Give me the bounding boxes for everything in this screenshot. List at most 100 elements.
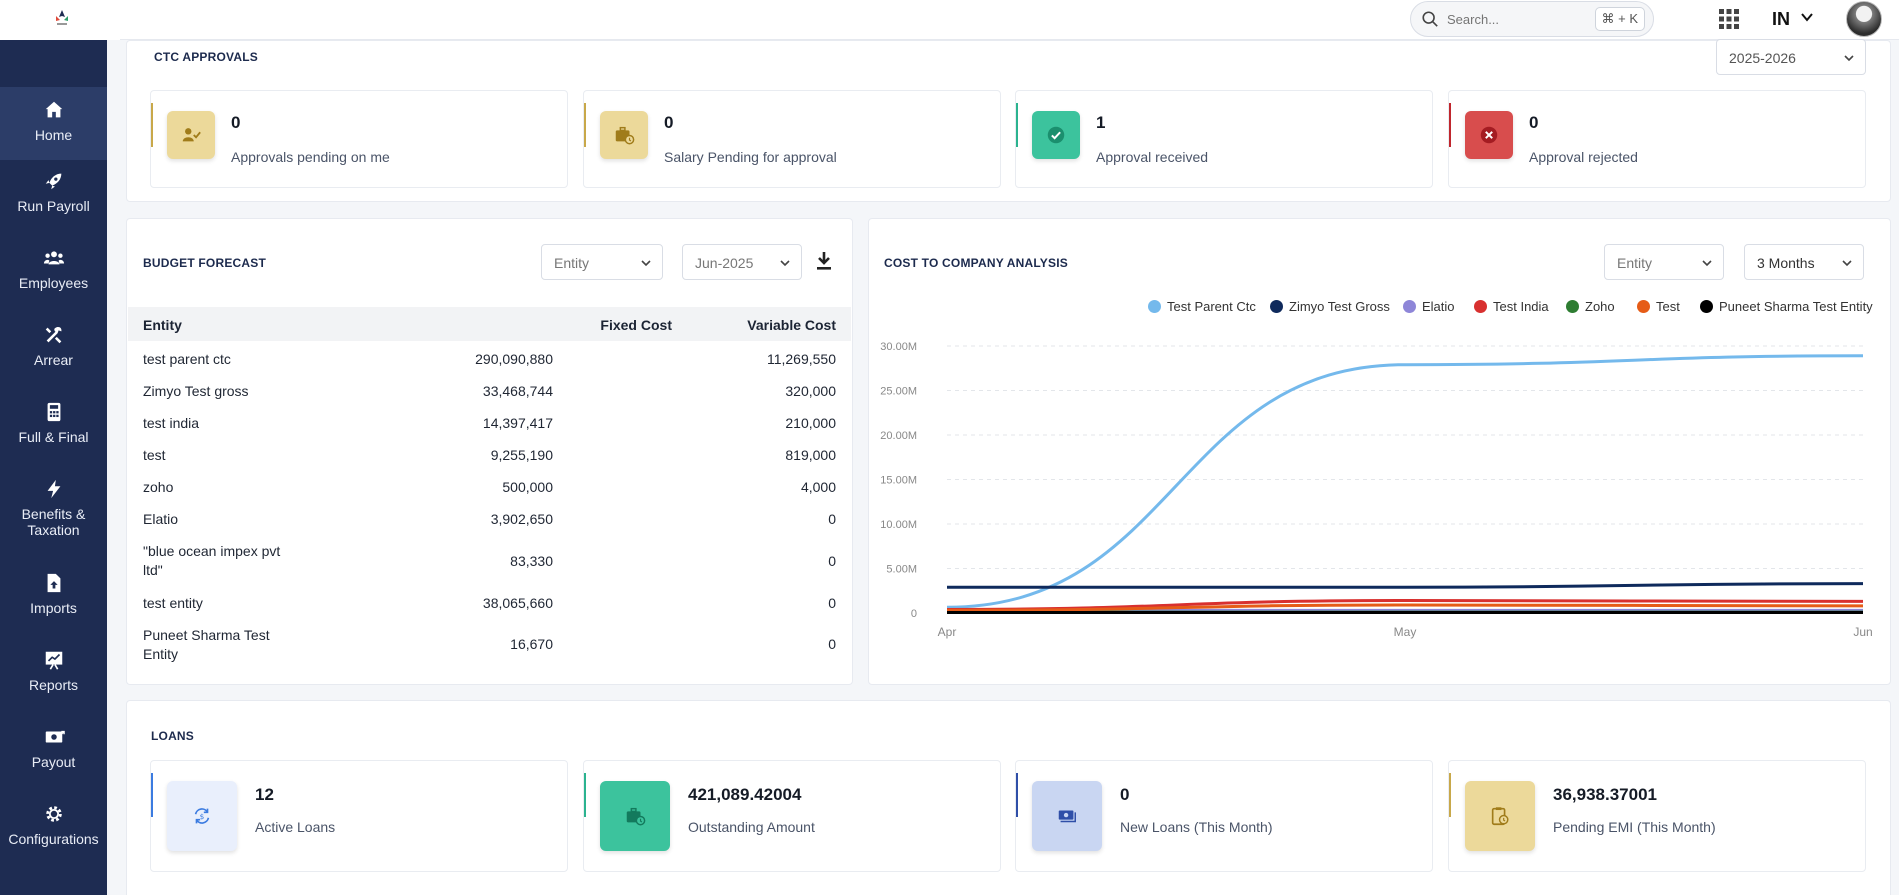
cell-fixed-cost: 14,397,417 [482, 415, 553, 431]
legend-item[interactable]: Test [1637, 299, 1680, 314]
stat-active-loans[interactable]: $ 12 Active Loans [150, 760, 568, 872]
stat-icon-box: $ [167, 781, 237, 851]
stat-new-loans[interactable]: 0 New Loans (This Month) [1015, 760, 1433, 872]
section-title: BUDGET FORECAST [143, 256, 266, 270]
cell-fixed-cost: 290,090,880 [475, 351, 553, 367]
stat-value: 36,938.37001 [1553, 785, 1657, 804]
sidebar-item-label: Home [34, 127, 73, 143]
x-circle-icon [1480, 126, 1498, 144]
legend-item[interactable]: Test Parent Ctc [1148, 299, 1256, 314]
sidebar-item-configurations[interactable]: Configurations [0, 803, 107, 847]
stat-pending-emi[interactable]: 36,938.37001 Pending EMI (This Month) [1448, 760, 1866, 872]
legend-dot [1474, 300, 1487, 313]
stat-value: 12 [255, 785, 274, 804]
sidebar-item-imports[interactable]: Imports [0, 572, 107, 616]
sidebar-item-full-final[interactable]: Full & Final [0, 401, 107, 445]
sidebar-item-label: Reports [28, 677, 79, 693]
chevron-down-icon [1842, 260, 1852, 267]
series-line[interactable] [946, 582, 1864, 589]
search-box[interactable]: ⌘ + K [1410, 1, 1654, 37]
sidebar-item-label: Imports [30, 600, 77, 616]
legend-dot [1700, 300, 1713, 313]
stat-icon-box [1465, 111, 1513, 159]
section-title: COST TO COMPANY ANALYSIS [884, 256, 1068, 270]
cell-entity: Zimyo Test gross [143, 383, 249, 399]
sidebar-item-benefits-taxation[interactable]: Benefits & Taxation [0, 478, 107, 538]
stat-accent-bar [1449, 773, 1451, 817]
cell-entity: test india [143, 415, 200, 431]
refresh-dollar-icon: $ [194, 808, 210, 824]
section-title: CTC APPROVALS [154, 50, 258, 64]
legend-label: Test India [1493, 299, 1549, 314]
cell-entity: Puneet Sharma Test Entity [143, 627, 270, 662]
sidebar-item-label: Employees [18, 275, 89, 291]
download-icon[interactable] [814, 250, 834, 272]
sidebar-item-arrear[interactable]: Arrear [0, 324, 107, 368]
stat-accent-bar [1449, 103, 1451, 147]
y-tick-label: 30.00M [880, 341, 917, 353]
stat-outstanding-amount[interactable]: 421,089.42004 Outstanding Amount [583, 760, 1001, 872]
month-select[interactable]: Jun-2025 [682, 244, 802, 280]
company-logo[interactable] [50, 8, 74, 28]
cell-entity: "blue ocean impex pvt ltd" [143, 543, 281, 578]
cell-variable-cost: 4,000 [800, 479, 836, 495]
stat-approval-rejected[interactable]: 0 Approval rejected [1448, 90, 1866, 188]
y-tick-label: 15.00M [880, 475, 917, 487]
sidebar-item-payout[interactable]: Payout [0, 726, 107, 770]
stat-label: New Loans (This Month) [1120, 819, 1273, 835]
legend-item[interactable]: Zimyo Test Gross [1270, 299, 1390, 314]
stat-label: Outstanding Amount [688, 819, 815, 835]
entity-select[interactable]: Entity [541, 244, 663, 280]
sidebar-item-home[interactable]: Home [0, 87, 107, 160]
stat-label: Approval received [1096, 149, 1209, 165]
period-select[interactable]: 3 Months [1744, 244, 1864, 280]
clipboard-clock-icon [1491, 807, 1509, 826]
stat-icon-box [600, 781, 670, 851]
chevron-down-icon [1702, 260, 1712, 267]
stat-label: Approval rejected [1529, 149, 1638, 165]
sidebar-item-employees[interactable]: Employees [0, 247, 107, 291]
chevron-down-icon[interactable] [1800, 10, 1814, 24]
column-header-fixed-cost[interactable]: Fixed Cost [600, 317, 672, 333]
year-select[interactable]: 2025-2026 [1716, 39, 1866, 75]
chevron-down-icon [780, 260, 790, 267]
file-upload-icon [47, 573, 60, 593]
column-header-entity[interactable]: Entity [143, 317, 182, 333]
stat-accent-bar [151, 773, 153, 817]
bolt-icon [47, 479, 60, 499]
column-header-variable-cost[interactable]: Variable Cost [747, 317, 836, 333]
sidebar-item-label: Configurations [8, 831, 99, 847]
x-tick-label: Jun [1853, 625, 1872, 639]
y-tick-label: 5.00M [886, 564, 917, 576]
stat-value: 0 [664, 113, 674, 132]
sidebar-item-label: Benefits & Taxation [21, 506, 86, 538]
legend-item[interactable]: Test India [1474, 299, 1549, 314]
analysis-entity-select[interactable]: Entity [1604, 244, 1724, 280]
legend-label: Test [1656, 299, 1680, 314]
sidebar-item-run-payroll[interactable]: Run Payroll [0, 170, 107, 214]
sidebar-item-label: Full & Final [18, 429, 89, 445]
stat-approval-received[interactable]: 1 Approval received [1015, 90, 1433, 188]
user-avatar[interactable] [1846, 1, 1882, 37]
stat-label: Salary Pending for approval [664, 149, 837, 165]
legend-item[interactable]: Zoho [1566, 299, 1615, 314]
country-selector[interactable]: IN [1772, 9, 1790, 30]
cell-fixed-cost: 3,902,650 [490, 511, 553, 527]
entity-select-value: Entity [554, 255, 590, 271]
legend-item[interactable]: Puneet Sharma Test Entity [1700, 299, 1873, 314]
cell-fixed-cost: 83,330 [510, 553, 553, 569]
sidebar-item-reports[interactable]: Reports [0, 649, 107, 693]
stat-icon-box [167, 111, 215, 159]
rocket-icon [45, 173, 61, 190]
stat-accent-bar [1016, 103, 1018, 147]
search-input[interactable] [1447, 9, 1607, 29]
series-line[interactable] [946, 354, 1864, 609]
y-tick-label: 0 [911, 608, 917, 620]
legend-item[interactable]: Elatio [1403, 299, 1455, 314]
stat-value: 0 [1529, 113, 1539, 132]
apps-grid-icon[interactable] [1718, 8, 1740, 30]
stat-approvals-pending[interactable]: 0 Approvals pending on me [150, 90, 568, 188]
y-tick-label: 25.00M [880, 386, 917, 398]
y-tick-label: 20.00M [880, 430, 917, 442]
stat-salary-pending[interactable]: 0 Salary Pending for approval [583, 90, 1001, 188]
